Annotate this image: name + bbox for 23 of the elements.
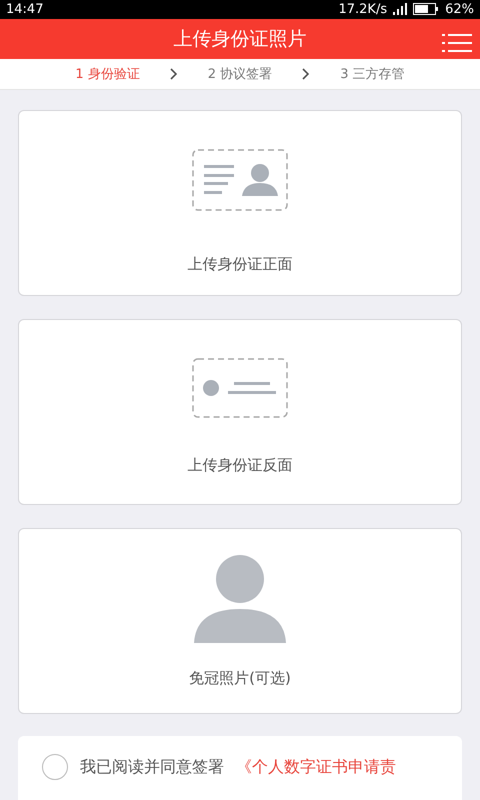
agreement-text: 我已阅读并同意签署	[80, 756, 224, 778]
status-time: 14:47	[6, 2, 44, 17]
agreement-link[interactable]: 《个人数字证书申请责	[236, 756, 396, 778]
upload-label: 上传身份证正面	[188, 255, 292, 274]
upload-card[interactable]: 上传身份证反面	[18, 319, 462, 505]
signal-icon	[393, 3, 408, 16]
step-tab[interactable]: 2 协议签署	[208, 65, 272, 84]
step-tab[interactable]: 3 三方存管	[340, 65, 405, 84]
id-card-icon	[192, 149, 288, 211]
network-speed: 17.2K/s	[338, 2, 388, 17]
upload-card[interactable]: 免冠照片(可选)	[18, 528, 462, 714]
id-card-back-icon	[192, 358, 288, 418]
chevron-icon	[170, 68, 178, 80]
chevron-icon	[302, 68, 310, 80]
battery-percent: 62%	[445, 2, 474, 17]
upload-label: 上传身份证反面	[188, 456, 292, 475]
step-tab[interactable]: 1 身份验证	[75, 65, 140, 84]
battery-icon	[413, 3, 440, 16]
upload-label: 免冠照片(可选)	[189, 669, 291, 688]
page-title: 上传身份证照片	[174, 27, 306, 52]
upload-card[interactable]: 上传身份证正面	[18, 110, 462, 296]
agree-checkbox[interactable]	[42, 754, 68, 780]
person-icon	[194, 555, 286, 643]
